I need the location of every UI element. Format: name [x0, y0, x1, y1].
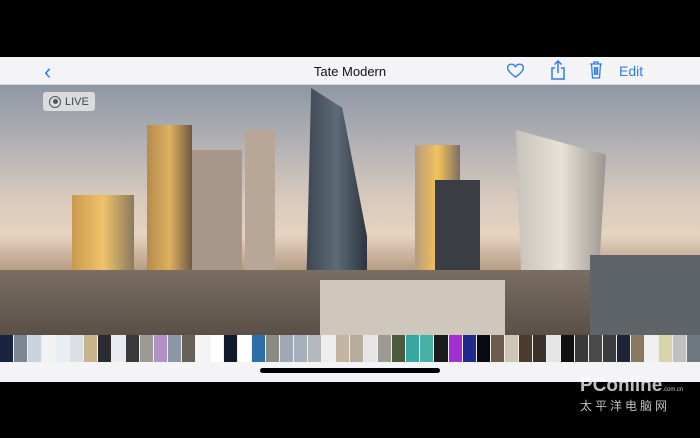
- thumbnail[interactable]: [406, 335, 420, 362]
- heart-icon[interactable]: [506, 62, 525, 79]
- thumbnail[interactable]: [630, 335, 644, 362]
- watermark-domain: .com.cn: [662, 387, 684, 393]
- thumbnail[interactable]: [574, 335, 588, 362]
- building: [320, 280, 505, 335]
- thumbnail[interactable]: [98, 335, 112, 362]
- thumbnail[interactable]: [196, 335, 210, 362]
- thumbnail[interactable]: [168, 335, 182, 362]
- thumbnail[interactable]: [210, 335, 224, 362]
- thumbnail[interactable]: [364, 335, 378, 362]
- thumbnail[interactable]: [476, 335, 490, 362]
- thumbnail[interactable]: [532, 335, 546, 362]
- thumbnail[interactable]: [672, 335, 686, 362]
- thumbnail[interactable]: [350, 335, 364, 362]
- live-icon: [49, 95, 61, 108]
- thumbnail[interactable]: [84, 335, 98, 362]
- thumbnail[interactable]: [546, 335, 560, 362]
- building: [590, 255, 700, 335]
- thumbnail[interactable]: [308, 335, 322, 362]
- thumbnail[interactable]: [0, 335, 14, 362]
- thumbnail[interactable]: [224, 335, 238, 362]
- thumbnail[interactable]: [322, 335, 336, 362]
- thumbnail[interactable]: [420, 335, 434, 362]
- thumbnail[interactable]: [266, 335, 280, 362]
- thumbnail[interactable]: [392, 335, 406, 362]
- watermark: PConline.com.cn 太平洋电脑网: [580, 375, 683, 414]
- thumbnail[interactable]: [658, 335, 672, 362]
- thumbnail[interactable]: [154, 335, 168, 362]
- photo-view[interactable]: LIVE: [0, 85, 700, 335]
- thumbnail[interactable]: [336, 335, 350, 362]
- thumbnail[interactable]: [644, 335, 658, 362]
- thumbnail[interactable]: [42, 335, 56, 362]
- share-icon[interactable]: [551, 60, 565, 80]
- thumbnail[interactable]: [616, 335, 630, 362]
- watermark-cn: 太平洋电脑网: [580, 399, 671, 413]
- edit-button[interactable]: Edit: [619, 63, 643, 79]
- live-photo-badge[interactable]: LIVE: [43, 92, 95, 111]
- thumbnail[interactable]: [140, 335, 154, 362]
- thumbnail[interactable]: [70, 335, 84, 362]
- thumbnail[interactable]: [294, 335, 308, 362]
- thumbnail[interactable]: [602, 335, 616, 362]
- thumbnail[interactable]: [112, 335, 126, 362]
- live-label: LIVE: [65, 95, 89, 108]
- thumbnail[interactable]: [238, 335, 252, 362]
- thumbnail[interactable]: [378, 335, 392, 362]
- thumbnail[interactable]: [126, 335, 140, 362]
- thumbnail[interactable]: [14, 335, 28, 362]
- thumbnail[interactable]: [182, 335, 196, 362]
- thumbnail[interactable]: [252, 335, 266, 362]
- thumbnail[interactable]: [462, 335, 476, 362]
- thumbnail[interactable]: [686, 335, 700, 362]
- navigation-bar: ‹ Tate Modern Edit: [0, 57, 700, 85]
- thumbnail[interactable]: [28, 335, 42, 362]
- thumbnail[interactable]: [280, 335, 294, 362]
- home-indicator[interactable]: [260, 368, 440, 373]
- thumbnail[interactable]: [560, 335, 574, 362]
- thumbnail[interactable]: [56, 335, 70, 362]
- thumbnail[interactable]: [504, 335, 518, 362]
- thumbnail-scrubber[interactable]: [0, 335, 700, 362]
- thumbnail[interactable]: [490, 335, 504, 362]
- trash-icon[interactable]: [589, 61, 603, 79]
- thumbnail[interactable]: [518, 335, 532, 362]
- thumbnail[interactable]: [588, 335, 602, 362]
- thumbnail[interactable]: [448, 335, 462, 362]
- watermark-brand: PConline: [580, 375, 663, 396]
- thumbnail[interactable]: [434, 335, 448, 362]
